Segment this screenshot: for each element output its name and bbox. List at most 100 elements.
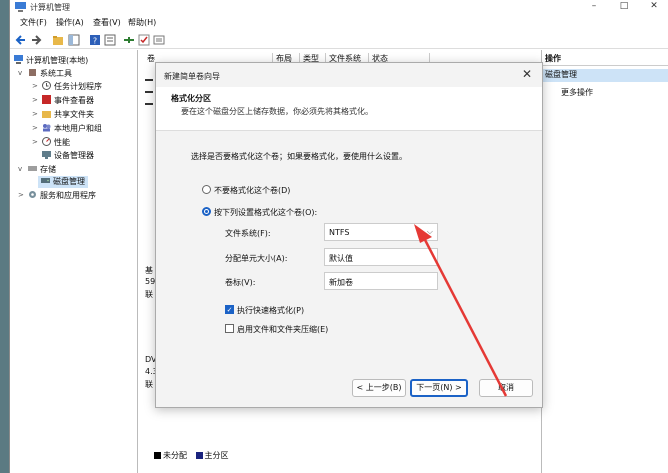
shared-folder-icon bbox=[42, 111, 51, 118]
toolbar: ? bbox=[10, 31, 668, 49]
next-button[interactable]: 下一页(N) > bbox=[410, 379, 468, 397]
disk-icon bbox=[41, 178, 50, 183]
menu-view[interactable]: 查看(V) bbox=[93, 17, 121, 28]
primary-swatch bbox=[195, 452, 203, 459]
chevron-right-icon[interactable]: > bbox=[32, 110, 38, 118]
menu-file[interactable]: 文件(F) bbox=[20, 17, 47, 28]
tree-item-device-manager[interactable]: 设备管理器 bbox=[42, 150, 94, 162]
more-actions-link[interactable]: 更多操作 bbox=[561, 87, 593, 98]
event-viewer-icon bbox=[42, 95, 51, 104]
filesystem-select[interactable]: NTFS ⌵ bbox=[324, 223, 438, 241]
tree-item-performance[interactable]: 性能 bbox=[42, 137, 70, 149]
tree-item-system-tools[interactable]: 系统工具 bbox=[28, 68, 72, 80]
allocation-value: 默认值 bbox=[329, 254, 353, 263]
back-arrow-icon[interactable] bbox=[15, 34, 27, 46]
volume-label-input[interactable]: 新加卷 bbox=[324, 272, 438, 290]
svg-text:?: ? bbox=[93, 37, 97, 46]
forward-arrow-icon[interactable] bbox=[30, 34, 42, 46]
volume-row[interactable] bbox=[145, 69, 153, 81]
volume-label-label: 卷标(V): bbox=[225, 278, 256, 287]
chevron-down-icon[interactable]: v bbox=[18, 69, 22, 77]
check-icon[interactable] bbox=[138, 34, 150, 46]
chevron-right-icon[interactable]: > bbox=[32, 124, 38, 132]
menu-bar: 文件(F) 操作(A) 查看(V) 帮助(H) bbox=[10, 15, 668, 30]
title-bar: 计算机管理 – □ ✕ bbox=[10, 0, 668, 14]
disk-rows: 基 59 联 bbox=[145, 265, 155, 365]
wizard-subheading: 要在这个磁盘分区上储存数据，你必须先将其格式化。 bbox=[181, 107, 373, 116]
volume-row[interactable] bbox=[145, 81, 153, 93]
format-label[interactable]: 按下列设置格式化这个卷(O): bbox=[214, 207, 317, 218]
window-title: 计算机管理 bbox=[30, 3, 70, 12]
disk-label: DV bbox=[145, 355, 157, 364]
tree-item-root[interactable]: 计算机管理(本地) bbox=[14, 55, 88, 67]
help-icon[interactable]: ? bbox=[89, 34, 101, 46]
connect-icon[interactable] bbox=[123, 34, 135, 46]
chevron-right-icon[interactable]: > bbox=[32, 138, 38, 146]
tree-item-services[interactable]: 服务和应用程序 bbox=[28, 190, 96, 202]
actions-pane: 操作 磁盘管理 更多操作 bbox=[541, 50, 668, 473]
computer-icon bbox=[14, 55, 23, 64]
menu-help[interactable]: 帮助(H) bbox=[128, 17, 156, 28]
chevron-down-icon: ⌵ bbox=[426, 227, 433, 236]
wizard-header: 格式化分区 要在这个磁盘分区上储存数据，你必须先将其格式化。 bbox=[156, 87, 542, 131]
actions-header: 操作 bbox=[542, 53, 668, 66]
chevron-right-icon[interactable]: > bbox=[32, 96, 38, 104]
back-button[interactable]: < 上一步(B) bbox=[352, 379, 406, 397]
tree-item-shared-folders[interactable]: 共享文件夹 bbox=[42, 109, 94, 121]
disk-size: 59 bbox=[145, 277, 156, 286]
dvd-rows: DV 4.3 联 bbox=[145, 355, 158, 395]
chevron-down-icon[interactable]: v bbox=[18, 165, 22, 173]
dialog-title: 新建简单卷向导 bbox=[164, 72, 220, 81]
tree-item-task-scheduler[interactable]: 任务计划程序 bbox=[42, 81, 102, 93]
quick-format-checkbox[interactable]: ✓ bbox=[225, 305, 234, 314]
performance-icon bbox=[42, 137, 51, 146]
quick-format-label[interactable]: 执行快速格式化(P) bbox=[237, 305, 304, 316]
show-tree-icon[interactable] bbox=[68, 34, 80, 46]
tree-item-local-users[interactable]: 本地用户和组 bbox=[42, 123, 102, 135]
compression-label[interactable]: 启用文件和文件夹压缩(E) bbox=[237, 324, 328, 335]
maximize-button[interactable]: □ bbox=[612, 0, 636, 14]
allocation-label: 分配单元大小(A): bbox=[225, 254, 288, 263]
services-icon bbox=[29, 191, 36, 198]
compression-checkbox[interactable] bbox=[225, 324, 234, 333]
properties-icon[interactable] bbox=[104, 34, 116, 46]
filesystem-value: NTFS bbox=[329, 228, 350, 237]
new-simple-volume-wizard: 新建简单卷向导 ✕ 格式化分区 要在这个磁盘分区上储存数据，你必须先将其格式化。… bbox=[155, 62, 543, 408]
list-view-icon[interactable] bbox=[153, 34, 165, 46]
volume-rows bbox=[145, 67, 155, 112]
device-manager-icon bbox=[42, 151, 51, 159]
clock-icon bbox=[42, 81, 51, 90]
folder-up-icon[interactable] bbox=[52, 34, 64, 46]
menu-action[interactable]: 操作(A) bbox=[56, 17, 84, 28]
no-format-radio[interactable] bbox=[202, 185, 211, 194]
chevron-right-icon[interactable]: > bbox=[18, 191, 24, 199]
disk-status: 联 bbox=[145, 380, 153, 389]
legend-primary: 主分区 bbox=[204, 451, 229, 460]
format-question: 选择是否要格式化这个卷；如果要格式化，要使用什么设置。 bbox=[191, 152, 407, 161]
storage-icon bbox=[28, 166, 37, 171]
unallocated-swatch bbox=[154, 452, 161, 459]
minimize-button[interactable]: – bbox=[582, 0, 606, 14]
computer-management-icon bbox=[15, 2, 26, 12]
filesystem-label: 文件系统(F): bbox=[225, 229, 271, 238]
volume-row[interactable] bbox=[145, 93, 153, 105]
disk-status: 联 bbox=[145, 290, 153, 299]
actions-disk-management[interactable]: 磁盘管理 bbox=[542, 69, 668, 82]
format-radio[interactable] bbox=[202, 207, 211, 216]
close-icon[interactable]: ✕ bbox=[522, 67, 532, 81]
users-icon bbox=[43, 124, 51, 132]
legend-unallocated: 未分配 bbox=[163, 451, 187, 460]
volume-label-value: 新加卷 bbox=[329, 278, 353, 287]
close-window-button[interactable]: ✕ bbox=[642, 0, 666, 14]
tree-item-disk-management[interactable]: 磁盘管理 bbox=[38, 176, 88, 188]
no-format-label[interactable]: 不要格式化这个卷(D) bbox=[214, 185, 290, 196]
allocation-select[interactable]: 默认值 bbox=[324, 248, 438, 266]
tree-item-event-viewer[interactable]: 事件查看器 bbox=[42, 95, 94, 107]
chevron-right-icon[interactable]: > bbox=[32, 82, 38, 90]
tools-icon bbox=[29, 69, 36, 76]
disk-size: 4.3 bbox=[145, 367, 158, 376]
cancel-button[interactable]: 取消 bbox=[479, 379, 533, 397]
wizard-heading: 格式化分区 bbox=[171, 94, 211, 103]
navigation-tree: 计算机管理(本地) v 系统工具 > 任务计划程序 > 事件查看器 > 共享文件… bbox=[10, 50, 138, 473]
tree-item-storage[interactable]: 存储 bbox=[28, 164, 56, 176]
